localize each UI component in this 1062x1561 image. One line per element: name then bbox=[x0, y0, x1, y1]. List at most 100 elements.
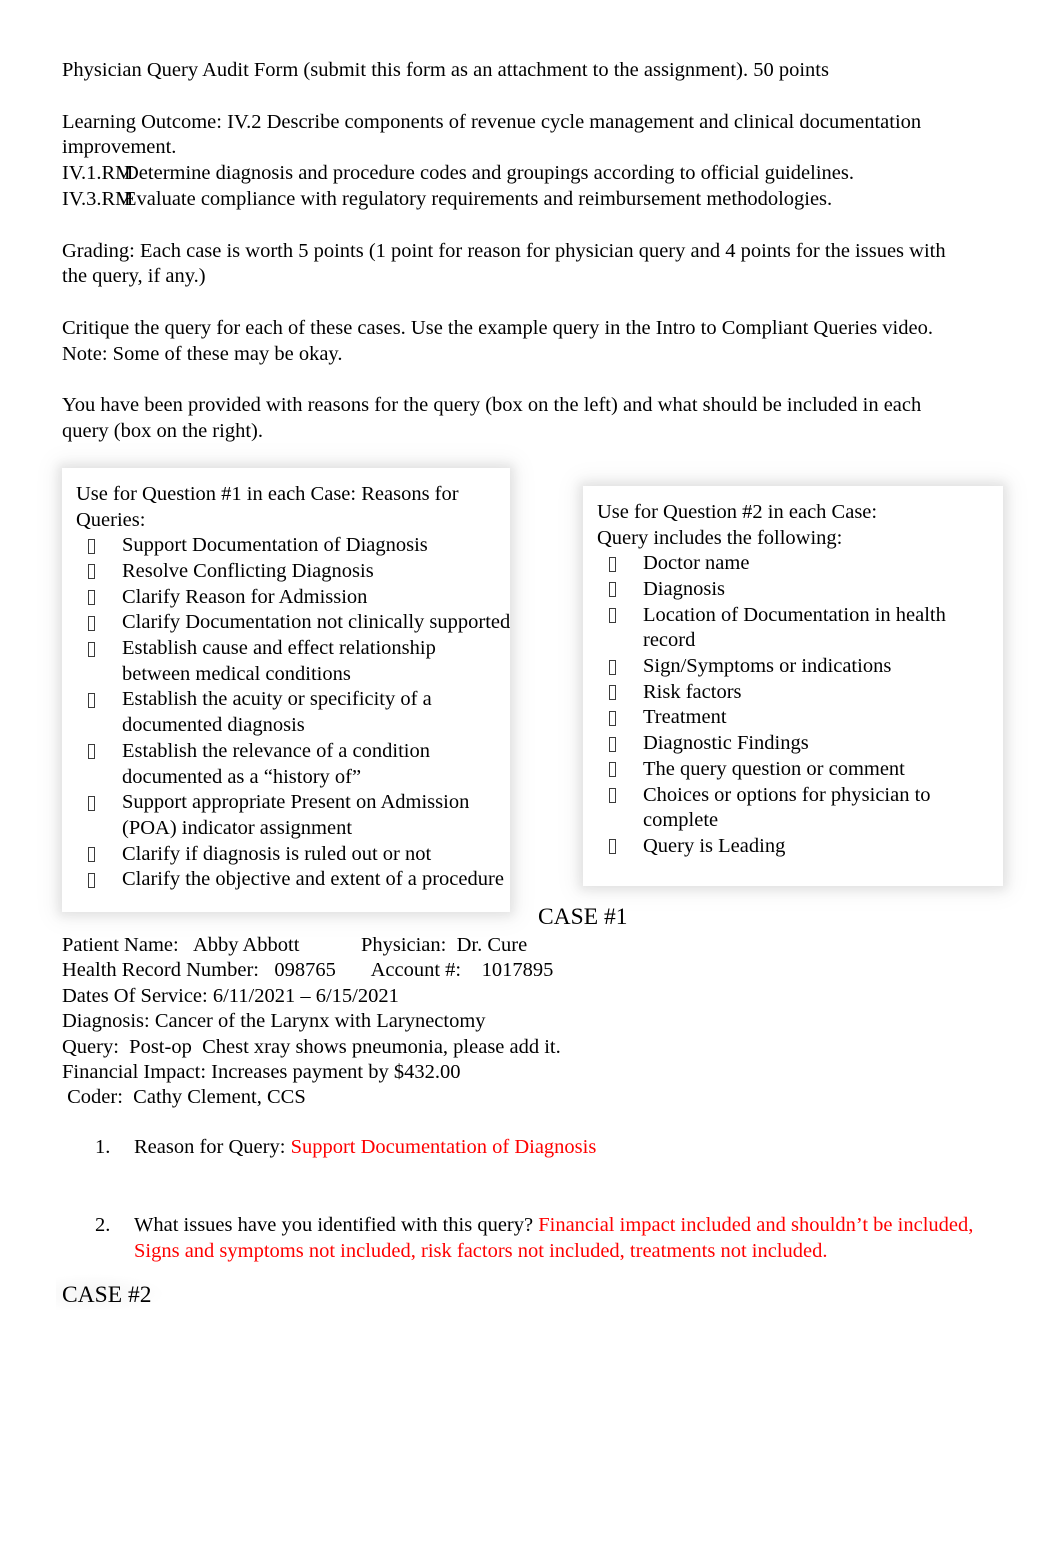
list-item-label: Clarify Documentation not clinically sup… bbox=[122, 611, 511, 634]
learning-outcome-line1: Learning Outcome: IV.2 Describe componen… bbox=[62, 110, 922, 133]
question-2: 2. What issues have you identified with t… bbox=[62, 1213, 1002, 1265]
question-1: 1. Reason for Query: Support Documentatio… bbox=[62, 1135, 1002, 1161]
list-item: Clarify the objective and extent of a pr… bbox=[76, 867, 504, 893]
list-item-label: Diagnostic Findings bbox=[643, 732, 809, 755]
tofu-bullet-icon bbox=[88, 590, 95, 606]
list-item: Choices or options for physician to comp… bbox=[597, 783, 995, 834]
list-item: Clarify Documentation not clinically sup… bbox=[76, 610, 510, 636]
list-item-label: Establish the acuity or specificity of a… bbox=[122, 688, 432, 737]
list-item-label: Location of Documentation in health reco… bbox=[643, 603, 946, 652]
health-record-number-line: Health Record Number: 098765 Account #: … bbox=[62, 959, 554, 982]
list-item: Resolve Conflicting Diagnosis bbox=[76, 559, 502, 585]
list-item-label: Resolve Conflicting Diagnosis bbox=[122, 559, 374, 582]
learning-outcome-line2: improvement. bbox=[62, 136, 177, 159]
tofu-bullet-icon bbox=[609, 659, 616, 675]
tofu-bullet-icon bbox=[609, 582, 616, 598]
patient-name-line: Patient Name: Abby Abbott Physician: Dr.… bbox=[62, 934, 528, 956]
grading-line1: Grading: Each case is worth 5 points (1 … bbox=[62, 239, 946, 262]
list-item-label: Clarify the objective and extent of a pr… bbox=[122, 868, 504, 891]
tofu-bullet-icon bbox=[88, 615, 95, 631]
query-includes-list: Doctor name Diagnosis Location of Docume… bbox=[597, 551, 995, 859]
tofu-bullet-icon bbox=[88, 564, 95, 580]
coder-line: Coder: Cathy Clement, CCS bbox=[62, 1086, 306, 1109]
list-item: Establish the acuity or specificity of a… bbox=[76, 687, 502, 738]
left-box-title-line2: Queries: bbox=[76, 508, 146, 531]
right-box-title-line1: Use for Question #2 in each Case: bbox=[597, 501, 878, 523]
dates-of-service-line: Dates Of Service: 6/11/2021 – 6/15/2021 bbox=[62, 984, 399, 1007]
critique-line1: Critique the query for each of these cas… bbox=[62, 316, 933, 339]
tofu-bullet-icon bbox=[609, 556, 616, 572]
tofu-bullet-icon bbox=[88, 872, 95, 888]
financial-impact-line: Financial Impact: Increases payment by $… bbox=[62, 1061, 461, 1084]
tofu-bullet-icon bbox=[88, 795, 95, 811]
provided-line2: query (box on the right). bbox=[62, 420, 263, 443]
outcome-row-iv1rm: IV.1.RMDetermine diagnosis and procedure… bbox=[62, 161, 992, 187]
list-item: Risk factors bbox=[597, 680, 995, 706]
tofu-bullet-icon bbox=[88, 744, 95, 760]
outcome-row-iv3rm: IV.3.RMEvaluate compliance with regulato… bbox=[62, 187, 992, 213]
provided-line1: You have been provided with reasons for … bbox=[62, 394, 922, 417]
list-item-label: Treatment bbox=[643, 706, 727, 729]
form-header-line: Physician Query Audit Form (submit this … bbox=[62, 59, 829, 81]
tofu-bullet-icon bbox=[88, 847, 95, 863]
list-item-label: Query is Leading bbox=[643, 834, 786, 857]
list-item-label: Choices or options for physician to comp… bbox=[643, 783, 931, 832]
query-includes-box: Use for Question #2 in each Case: Query … bbox=[583, 486, 1003, 886]
diagnosis-line: Diagnosis: Cancer of the Larynx with Lar… bbox=[62, 1010, 486, 1033]
list-item: Clarify if diagnosis is ruled out or not bbox=[76, 842, 502, 868]
tofu-bullet-icon bbox=[609, 788, 616, 804]
tofu-bullet-icon bbox=[609, 710, 616, 726]
outcome-text: Determine diagnosis and procedure codes … bbox=[124, 162, 855, 185]
document-page: Physician Query Audit Form (submit this … bbox=[0, 0, 1062, 1561]
critique-line2: Note: Some of these may be okay. bbox=[62, 342, 343, 365]
query-line: Query: Post-op Chest xray shows pneumoni… bbox=[62, 1035, 561, 1058]
tofu-bullet-icon bbox=[609, 762, 616, 778]
list-item: Establish the relevance of a condition d… bbox=[76, 739, 502, 790]
question-1-answer[interactable]: Support Documentation of Diagnosis bbox=[291, 1136, 597, 1158]
tofu-bullet-icon bbox=[609, 839, 616, 855]
list-item: Location of Documentation in health reco… bbox=[597, 603, 995, 654]
case-1-details: Patient Name: Abby Abbott Physician: Dr.… bbox=[62, 933, 962, 1111]
list-item: The query question or comment bbox=[597, 757, 995, 783]
question-number: 2. bbox=[95, 1213, 111, 1236]
list-item: Sign/Symptoms or indications bbox=[597, 654, 995, 680]
tofu-bullet-icon bbox=[609, 736, 616, 752]
question-prompt: What issues have you identified with thi… bbox=[134, 1213, 539, 1236]
reasons-list: Support Documentation of Diagnosis Resol… bbox=[76, 533, 510, 893]
tofu-bullet-icon bbox=[88, 692, 95, 708]
list-item: Establish cause and effect relationship … bbox=[76, 636, 502, 687]
case-1-heading: CASE #1 bbox=[538, 904, 628, 930]
list-item-label: Establish cause and effect relationship … bbox=[122, 637, 436, 685]
list-item-label: Support appropriate Present on Admission… bbox=[122, 791, 470, 839]
list-item-label: Diagnosis bbox=[643, 577, 725, 600]
question-prompt: Reason for Query: bbox=[134, 1136, 291, 1158]
list-item-label: The query question or comment bbox=[643, 757, 905, 780]
left-box-title-line1: Use for Question #1 in each Case: Reason… bbox=[76, 483, 459, 505]
list-item: Diagnostic Findings bbox=[597, 731, 995, 757]
question-number: 1. bbox=[95, 1136, 111, 1158]
list-item: Support Documentation of Diagnosis bbox=[76, 533, 502, 559]
case-1-questions: 1. Reason for Query: Support Documentatio… bbox=[62, 1135, 1002, 1264]
reasons-for-queries-box: Use for Question #1 in each Case: Reason… bbox=[62, 468, 510, 912]
right-box-title-line2: Query includes the following: bbox=[597, 526, 843, 549]
grading-line2: the query, if any.) bbox=[62, 265, 206, 288]
outcome-code: IV.3.RM bbox=[62, 187, 134, 210]
list-item: Diagnosis bbox=[597, 577, 995, 603]
list-item-label: Establish the relevance of a condition d… bbox=[122, 739, 430, 788]
list-item-label: Sign/Symptoms or indications bbox=[643, 655, 892, 677]
list-item: Query is Leading bbox=[597, 834, 995, 860]
case-2-heading: CASE #2 bbox=[62, 1282, 152, 1308]
list-item: Treatment bbox=[597, 705, 995, 731]
tofu-bullet-icon bbox=[609, 685, 616, 701]
outcome-code: IV.1.RM bbox=[62, 162, 134, 185]
list-item-label: Clarify if diagnosis is ruled out or not bbox=[122, 842, 432, 865]
intro-text-block: Physician Query Audit Form (submit this … bbox=[62, 58, 992, 445]
list-item: Support appropriate Present on Admission… bbox=[76, 790, 502, 841]
tofu-bullet-icon bbox=[88, 538, 95, 554]
list-item: Doctor name bbox=[597, 551, 995, 577]
list-item: Clarify Reason for Admission bbox=[76, 585, 502, 611]
